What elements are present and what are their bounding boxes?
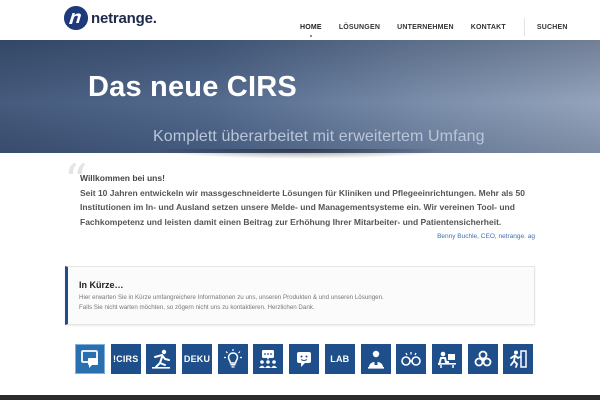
quote-author: Benny Buchle, CEO, netrange. ag: [437, 233, 535, 240]
tile-emergency-exit[interactable]: [503, 344, 534, 374]
tile-cirs[interactable]: !CIRS: [110, 344, 141, 374]
tile-deku[interactable]: DEKU: [182, 344, 213, 374]
tile-person-badge[interactable]: [360, 344, 391, 374]
netrange-n-logo-icon: [64, 6, 88, 30]
glasses-icon: [401, 352, 421, 366]
nav-kontakt[interactable]: KONTAKT: [471, 24, 506, 31]
tile-label: !CIRS: [112, 354, 139, 364]
product-tiles: !CIRS DEKU LAB: [75, 344, 539, 374]
nav-divider: [523, 18, 525, 36]
tile-group-chat[interactable]: [253, 344, 284, 374]
tile-label: LAB: [330, 354, 350, 364]
tile-label: DEKU: [183, 354, 211, 364]
hero-subtitle: Komplett überarbeitet mit erweitertem Um…: [153, 128, 485, 145]
tile-glasses[interactable]: [396, 344, 427, 374]
speech-bubble-icon: [297, 352, 312, 367]
hero-banner: Das neue CIRS Komplett überarbeitet mit …: [0, 40, 600, 153]
tile-lab[interactable]: LAB: [324, 344, 355, 374]
nav-search[interactable]: SUCHEN: [537, 24, 568, 31]
monitor-chat-icon: [81, 350, 98, 368]
tile-falling-person[interactable]: [146, 344, 177, 374]
brand-logo[interactable]: netrange.: [64, 6, 157, 30]
biohazard-icon: [474, 350, 491, 367]
desk-worker-icon: [437, 351, 456, 368]
nav-unternehmen[interactable]: UNTERNEHMEN: [397, 24, 454, 31]
site-header: netrange. HOME LÖSUNGEN UNTERNEHMEN KONT…: [0, 0, 600, 40]
info-box-line: Hier erwarten Sie in Kürze umfangreicher…: [79, 294, 384, 301]
hero-title: Das neue CIRS: [88, 71, 297, 103]
falling-person-icon: [152, 349, 171, 369]
welcome-heading: Willkommen bei uns!: [80, 173, 165, 183]
footer-strip: [0, 395, 600, 400]
tile-monitor-chat[interactable]: [75, 344, 105, 374]
group-chat-icon: [259, 350, 278, 368]
intro-text: Seit 10 Jahren entwickeln wir massgeschn…: [80, 188, 525, 227]
nav-home[interactable]: HOME: [300, 24, 322, 31]
tile-biohazard[interactable]: [467, 344, 498, 374]
info-box-line: Falls Sie nicht warten möchten, so zöger…: [79, 304, 315, 311]
brand-name: netrange.: [91, 9, 157, 27]
tile-desk-worker[interactable]: [431, 344, 462, 374]
info-box: In Kürze… Hier erwarten Sie in Kürze umf…: [65, 266, 535, 325]
emergency-exit-icon: [510, 350, 527, 368]
nav-loesungen[interactable]: LÖSUNGEN: [339, 24, 380, 31]
info-box-title: In Kürze…: [79, 280, 124, 290]
main-nav: HOME LÖSUNGEN UNTERNEHMEN KONTAKT SUCHEN: [300, 18, 568, 36]
lightbulb-icon: [223, 349, 242, 368]
hero-shadow: [150, 149, 450, 159]
person-badge-icon: [367, 350, 384, 369]
tile-speech-bubble[interactable]: [289, 344, 320, 374]
tile-lightbulb[interactable]: [217, 344, 248, 374]
